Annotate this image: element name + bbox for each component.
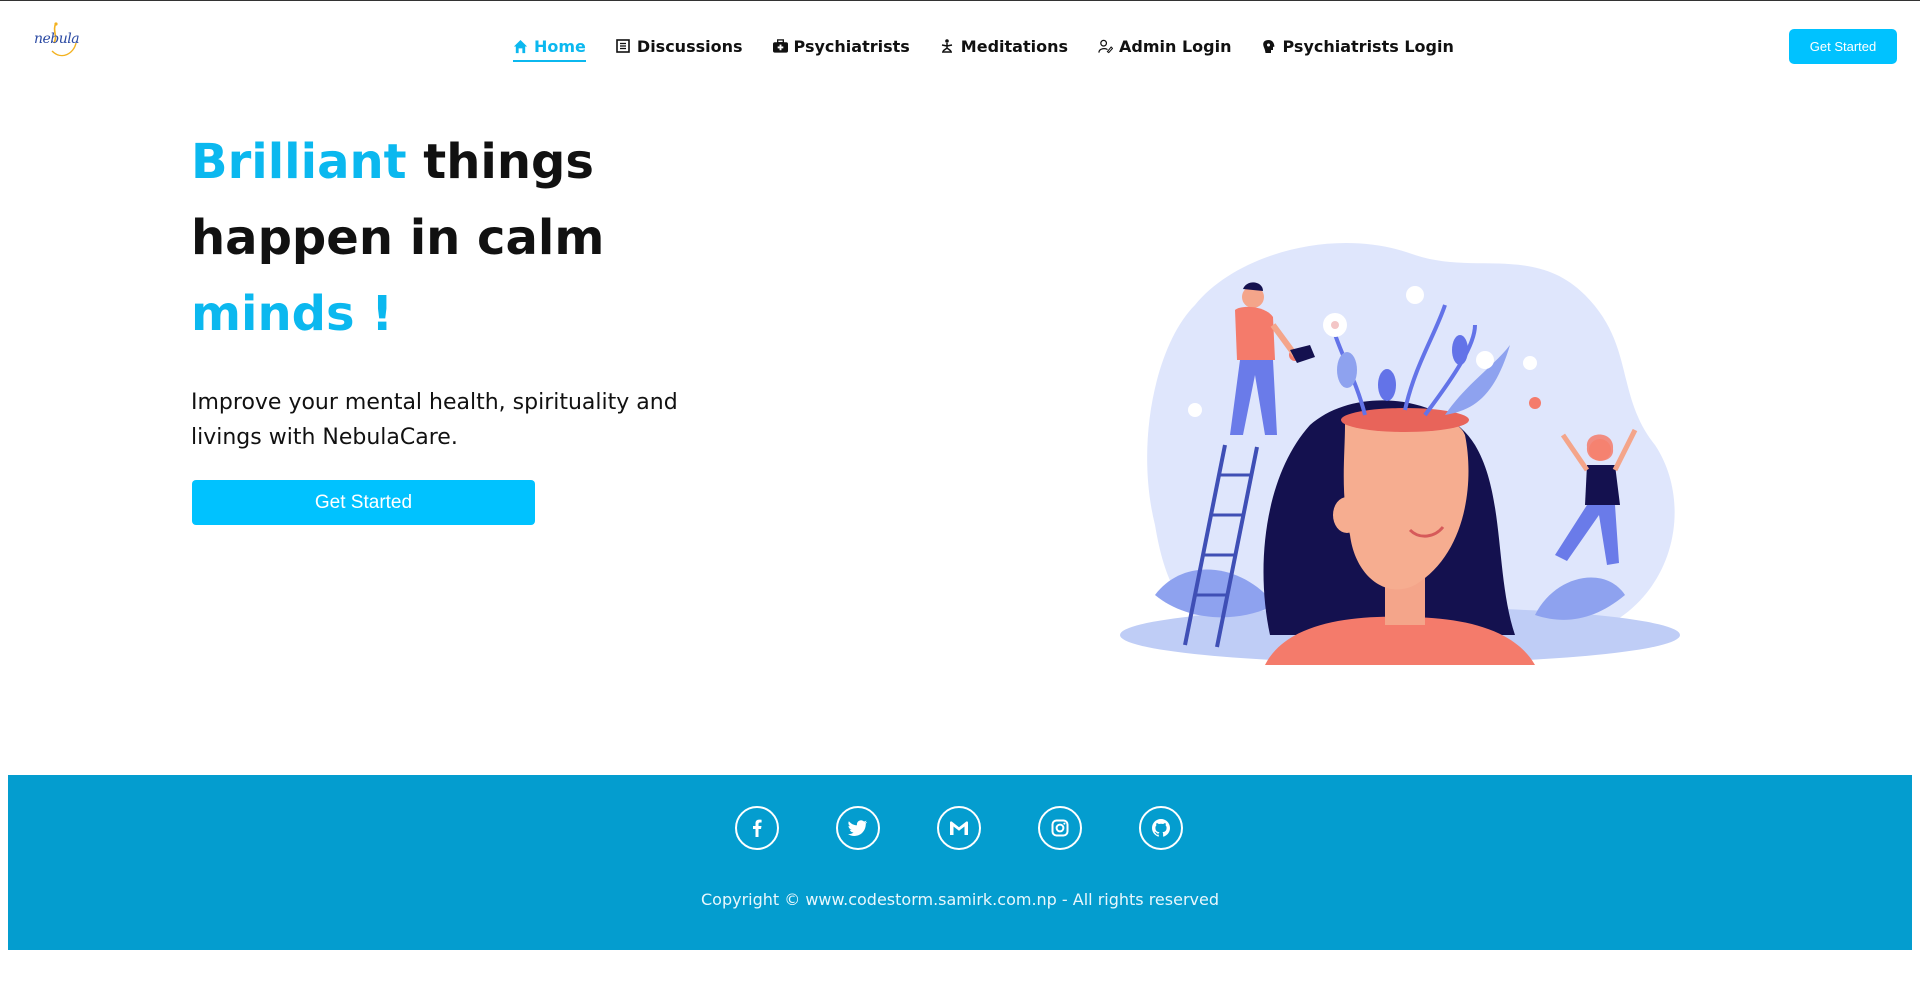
- calm-mind-illustration: [1120, 243, 1680, 665]
- nebula-logo[interactable]: nebula: [34, 21, 86, 61]
- nav-psychiatrists-label: Psychiatrists: [793, 36, 910, 56]
- nav-discussions[interactable]: Discussions: [616, 31, 743, 61]
- facebook-link[interactable]: [735, 806, 779, 850]
- hero-subtitle: Improve your mental health, spirituality…: [191, 390, 678, 450]
- nav-home[interactable]: Home: [513, 31, 586, 62]
- gmail-icon: [950, 821, 968, 835]
- nav-psychiatrists[interactable]: Psychiatrists: [772, 31, 910, 61]
- site-footer: Copyright © www.codestorm.samirk.com.np …: [8, 775, 1912, 950]
- nav-psychiatrists-login-label: Psychiatrists Login: [1282, 36, 1454, 56]
- social-links: [735, 806, 1183, 850]
- nav-admin-login-label: Admin Login: [1119, 36, 1232, 56]
- list-icon: [616, 39, 631, 54]
- user-edit-icon: [1098, 39, 1113, 54]
- medkit-icon: [772, 39, 788, 54]
- hero-get-started-button[interactable]: Get Started: [192, 480, 535, 525]
- nav-meditations[interactable]: Meditations: [940, 31, 1068, 61]
- twitter-link[interactable]: [836, 806, 880, 850]
- nav-home-label: Home: [534, 36, 586, 56]
- twitter-icon: [848, 820, 867, 836]
- main-nav: Home Discussions Psychiatrists Meditatio…: [513, 31, 1454, 62]
- brain-icon: [1261, 39, 1276, 54]
- hero-title-accent: Brilliant: [191, 134, 407, 190]
- nav-psychiatrists-login[interactable]: Psychiatrists Login: [1261, 31, 1454, 61]
- instagram-icon: [1051, 819, 1069, 837]
- home-icon: [513, 39, 528, 54]
- copyright-text: Copyright © www.codestorm.samirk.com.np …: [700, 890, 1219, 909]
- logo-text: nebula: [34, 31, 80, 47]
- nav-admin-login[interactable]: Admin Login: [1098, 31, 1231, 61]
- nav-discussions-label: Discussions: [636, 36, 743, 56]
- gmail-link[interactable]: [937, 806, 981, 850]
- hero-title-end: minds !: [191, 286, 394, 342]
- github-icon: [1152, 819, 1170, 837]
- facebook-icon: [753, 819, 762, 837]
- hero-title: Brilliant things happen in calm minds !: [191, 124, 751, 352]
- meditation-icon: [940, 38, 955, 54]
- instagram-link[interactable]: [1038, 806, 1082, 850]
- github-link[interactable]: [1139, 806, 1183, 850]
- header-get-started-button[interactable]: Get Started: [1789, 29, 1897, 64]
- nav-meditations-label: Meditations: [960, 36, 1068, 56]
- site-header: nebula Home Discussions Psychiatrists Me…: [0, 1, 1920, 91]
